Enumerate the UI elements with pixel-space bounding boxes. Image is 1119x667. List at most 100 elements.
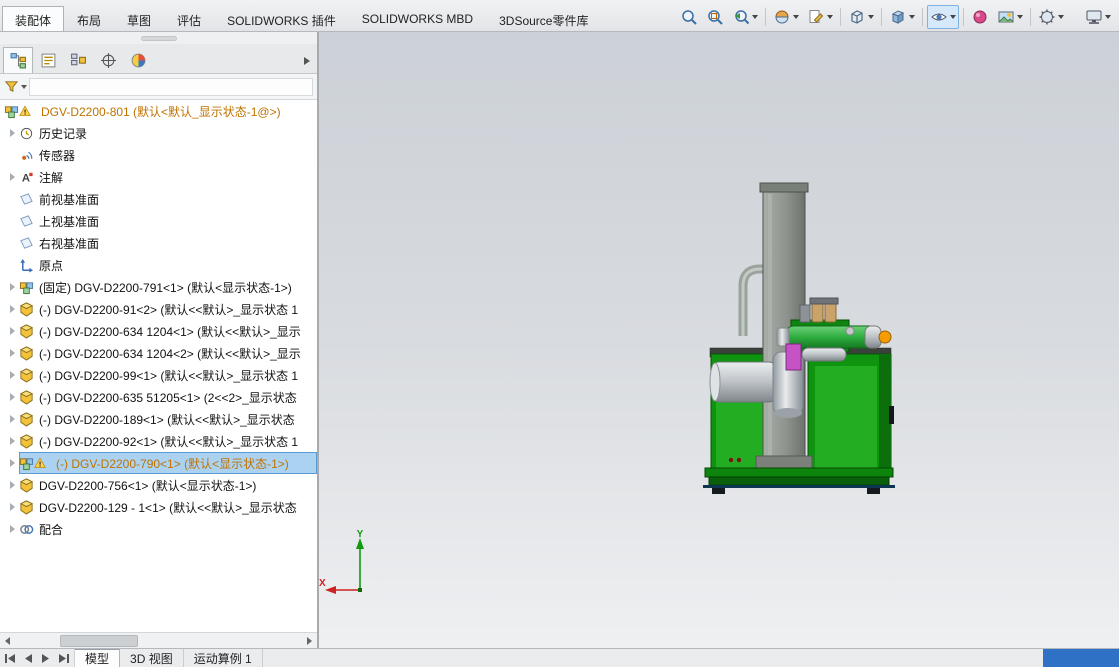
annotation-view-button[interactable] — [804, 5, 836, 29]
tree-item[interactable]: 历史记录 — [0, 122, 317, 144]
ribbon-tab-2[interactable]: 布局 — [64, 6, 114, 31]
tree-item[interactable]: (固定) DGV-D2200-791<1> (默认<显示状态-1>) — [0, 276, 317, 298]
expand-arrow-icon[interactable] — [6, 459, 19, 467]
expand-arrow-icon[interactable] — [6, 305, 19, 313]
viewport-3d[interactable]: Y X — [319, 32, 1119, 648]
filter-funnel-icon[interactable] — [4, 79, 19, 94]
status-corner-block — [1043, 649, 1119, 667]
tree-item[interactable]: (-) DGV-D2200-99<1> (默认<<默认>_显示状态 1 — [0, 364, 317, 386]
panel-tab-display-manager[interactable] — [123, 47, 153, 73]
configuration-manager-icon — [70, 52, 87, 69]
view-settings-button[interactable] — [1035, 5, 1067, 29]
study-tab-运动算例 1[interactable]: 运动算例 1 — [184, 649, 263, 667]
dropdown-caret-icon[interactable] — [1017, 14, 1023, 19]
expand-arrow-icon[interactable] — [6, 371, 19, 379]
tree-item[interactable]: (-) DGV-D2200-189<1> (默认<<默认>_显示状态 — [0, 408, 317, 430]
nav-next-button[interactable] — [38, 651, 54, 666]
expand-arrow-icon[interactable] — [6, 349, 19, 357]
expand-arrow-icon[interactable] — [6, 173, 19, 181]
plane-icon — [19, 192, 36, 207]
tree-item[interactable]: 右视基准面 — [0, 232, 317, 254]
display-style-button[interactable] — [886, 5, 918, 29]
dropdown-caret-icon[interactable] — [827, 14, 833, 19]
tree-item[interactable]: 原点 — [0, 254, 317, 276]
dropdown-caret-icon[interactable] — [909, 14, 915, 19]
scroll-left-button[interactable] — [0, 634, 15, 648]
tree-item[interactable]: A 注解 — [0, 166, 317, 188]
study-tabs: 模型 3D 视图 运动算例 1 — [75, 649, 263, 667]
tree-item[interactable]: 上视基准面 — [0, 210, 317, 232]
ribbon-tab-4[interactable]: 评估 — [164, 6, 214, 31]
panel-tab-configuration-manager[interactable] — [63, 47, 93, 73]
toolbar-separator — [922, 7, 923, 26]
tree-item-label: 历史记录 — [39, 126, 88, 141]
display-style-icon — [889, 8, 907, 26]
tree-item-label: 右视基准面 — [39, 236, 100, 251]
ribbon-tab-1[interactable]: 装配体 — [2, 6, 65, 31]
panel-tab-dimxpert-manager[interactable] — [93, 47, 123, 73]
ribbon-tab-7[interactable]: 3DSource零件库 — [486, 6, 601, 31]
apply-scene-button[interactable] — [994, 5, 1026, 29]
expand-arrow-icon[interactable] — [6, 481, 19, 489]
zoom-area-button[interactable] — [703, 5, 727, 29]
scroll-right-button[interactable] — [302, 634, 317, 648]
zoom-fit-button[interactable] — [677, 5, 701, 29]
tree-item[interactable]: DGV-D2200-129 - 1<1> (默认<<默认>_显示状态 — [0, 496, 317, 518]
panel-tab-feature-manager[interactable] — [3, 47, 33, 73]
tree-item[interactable]: 前视基准面 — [0, 188, 317, 210]
dropdown-caret-icon[interactable] — [793, 14, 799, 19]
expand-arrow-icon[interactable] — [6, 129, 19, 137]
hide-show-items-button[interactable] — [927, 4, 959, 29]
monitor-button[interactable] — [1082, 5, 1114, 29]
dropdown-caret-icon[interactable] — [752, 14, 758, 19]
tree-item[interactable]: (-) DGV-D2200-92<1> (默认<<默认>_显示状态 1 — [0, 430, 317, 452]
filter-dropdown-caret-icon[interactable] — [21, 84, 27, 89]
section-view-button[interactable] — [770, 5, 802, 29]
tree-item-label: (-) DGV-D2200-634 1204<2> (默认<<默认>_显示 — [39, 346, 301, 361]
previous-view-button[interactable] — [729, 5, 761, 29]
tree-item[interactable]: 配合 — [0, 518, 317, 540]
tree-item[interactable]: (-) DGV-D2200-634 1204<1> (默认<<默认>_显示 — [0, 320, 317, 342]
view-orientation-button[interactable] — [845, 5, 877, 29]
dropdown-caret-icon[interactable] — [950, 14, 956, 19]
panel-grip[interactable] — [0, 32, 317, 44]
dropdown-caret-icon[interactable] — [1105, 14, 1111, 19]
panel-tab-property-manager[interactable] — [33, 47, 63, 73]
triad-x-label: X — [319, 578, 326, 589]
svg-text:A: A — [22, 172, 30, 184]
expand-arrow-icon[interactable] — [6, 283, 19, 291]
ribbon-tab-5[interactable]: SOLIDWORKS 插件 — [214, 6, 349, 31]
tree-item-label: (-) DGV-D2200-635 51205<1> (2<<2>_显示状态 — [39, 390, 297, 405]
tree-item[interactable]: DGV-D2200-801 (默认<默认_显示状态-1@>) — [0, 100, 317, 122]
monitor-icon — [1085, 8, 1103, 26]
toolbar-separator — [840, 7, 841, 26]
zoom-fit-icon — [680, 8, 698, 26]
tree-item[interactable]: (-) DGV-D2200-790<1> (默认<显示状态-1>) — [0, 452, 317, 474]
tree-item[interactable]: (-) DGV-D2200-635 51205<1> (2<<2>_显示状态 — [0, 386, 317, 408]
expand-arrow-icon[interactable] — [6, 327, 19, 335]
tree-filter-input[interactable] — [29, 77, 313, 96]
study-tab-3D 视图[interactable]: 3D 视图 — [120, 649, 184, 667]
nav-last-button[interactable] — [56, 651, 72, 666]
ribbon-tab-3[interactable]: 草图 — [114, 6, 164, 31]
nav-prev-button[interactable] — [20, 651, 36, 666]
study-tab-模型[interactable]: 模型 — [75, 649, 121, 667]
expand-arrow-icon[interactable] — [6, 415, 19, 423]
nav-first-button[interactable] — [2, 651, 18, 666]
tree-item[interactable]: 传感器 — [0, 144, 317, 166]
machine-model[interactable] — [319, 32, 1119, 648]
panel-horizontal-scrollbar[interactable] — [0, 632, 317, 648]
expand-arrow-icon[interactable] — [6, 503, 19, 511]
tree-item[interactable]: (-) DGV-D2200-634 1204<2> (默认<<默认>_显示 — [0, 342, 317, 364]
ribbon-tab-6[interactable]: SOLIDWORKS MBD — [349, 6, 486, 31]
expand-arrow-icon[interactable] — [6, 437, 19, 445]
dropdown-caret-icon[interactable] — [868, 14, 874, 19]
tree-item[interactable]: (-) DGV-D2200-91<2> (默认<<默认>_显示状态 1 — [0, 298, 317, 320]
scrollbar-thumb[interactable] — [60, 635, 138, 647]
expand-arrow-icon[interactable] — [6, 525, 19, 533]
dropdown-caret-icon[interactable] — [1058, 14, 1064, 19]
expand-arrow-icon[interactable] — [6, 393, 19, 401]
edit-appearance-button[interactable] — [968, 5, 992, 29]
tree-item[interactable]: DGV-D2200-756<1> (默认<显示状态-1>) — [0, 474, 317, 496]
panel-expand-chevron-icon[interactable] — [304, 57, 310, 65]
